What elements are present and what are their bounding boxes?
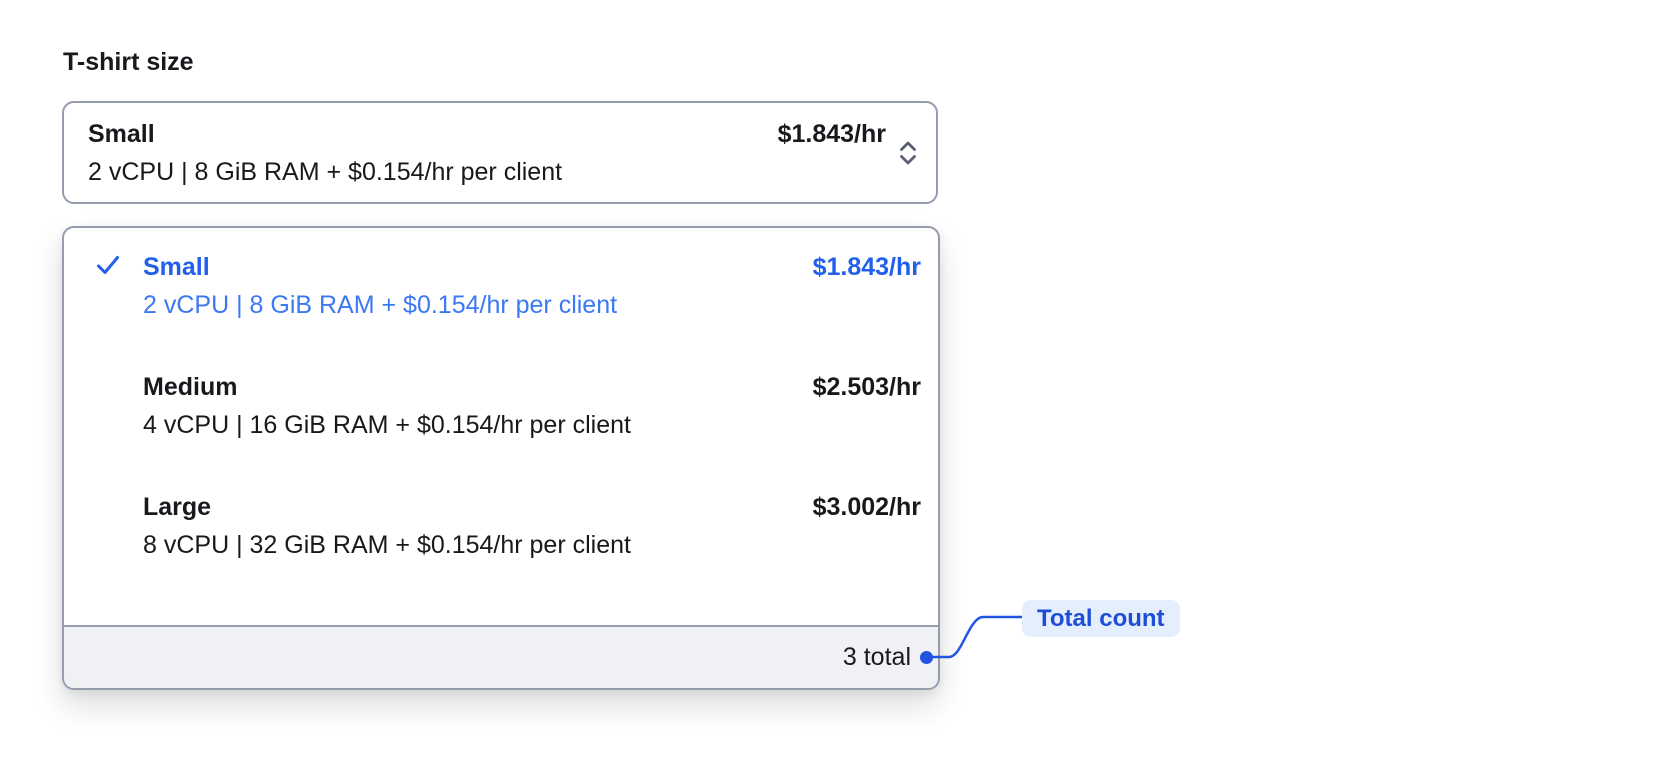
option-description: 2 vCPU | 8 GiB RAM + $0.154/hr per clien…: [143, 291, 618, 319]
total-count: 3 total: [842, 643, 911, 671]
dropdown-footer: 3 total: [64, 625, 938, 688]
selected-option-description: 2 vCPU | 8 GiB RAM + $0.154/hr per clien…: [88, 157, 563, 186]
options-list: Small $1.843/hr 2 vCPU | 8 GiB RAM + $0.…: [64, 228, 938, 625]
select-value: Small $1.843/hr 2 vCPU | 8 GiB RAM + $0.…: [88, 115, 886, 191]
annotation-connector-line: [930, 615, 1024, 659]
option-price: $1.843/hr: [812, 253, 921, 281]
size-dropdown-menu: Small $1.843/hr 2 vCPU | 8 GiB RAM + $0.…: [62, 226, 940, 690]
option-description: 4 vCPU | 16 GiB RAM + $0.154/hr per clie…: [143, 411, 631, 439]
option-name: Small: [143, 253, 210, 281]
option-medium[interactable]: Medium $2.503/hr 4 vCPU | 16 GiB RAM + $…: [64, 368, 921, 444]
option-description: 8 vCPU | 32 GiB RAM + $0.154/hr per clie…: [143, 531, 631, 559]
check-column: [64, 248, 143, 324]
selected-option-price: $1.843/hr: [777, 119, 886, 148]
option-price: $3.002/hr: [812, 493, 921, 521]
chevron-up-down-icon: [900, 141, 916, 164]
annotation-dot: [920, 651, 933, 664]
option-small[interactable]: Small $1.843/hr 2 vCPU | 8 GiB RAM + $0.…: [64, 248, 921, 324]
selected-option-name: Small: [88, 119, 155, 148]
option-large[interactable]: Large $3.002/hr 8 vCPU | 32 GiB RAM + $0…: [64, 488, 921, 564]
check-icon: [97, 256, 119, 274]
size-select[interactable]: Small $1.843/hr 2 vCPU | 8 GiB RAM + $0.…: [62, 101, 938, 204]
option-name: Medium: [143, 373, 238, 401]
option-price: $2.503/hr: [812, 373, 921, 401]
field-label: T-shirt size: [63, 48, 194, 76]
check-column: [64, 488, 143, 564]
total-count-annotation: Total count: [1022, 600, 1180, 637]
check-column: [64, 368, 143, 444]
option-name: Large: [143, 493, 212, 521]
